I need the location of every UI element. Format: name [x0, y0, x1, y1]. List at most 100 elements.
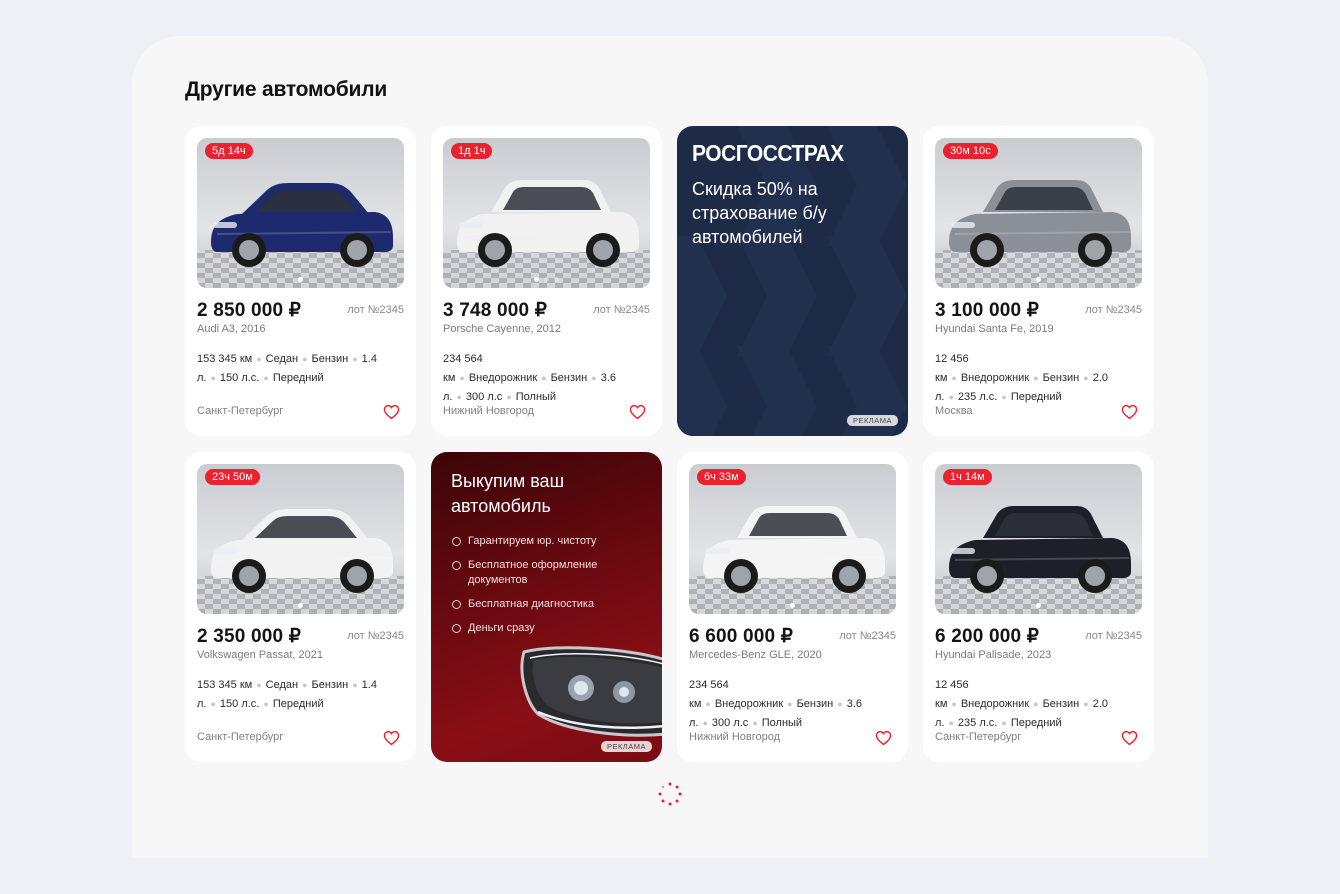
car-price: 6 200 000 ₽	[935, 626, 1040, 647]
spec-separator: ●	[210, 699, 216, 709]
car-card[interactable]: 6ч 33м 6 600 000 ₽ лот №2345 Mercedes-Benz …	[677, 452, 908, 762]
car-model: Audi A3, 2016	[197, 323, 266, 335]
spec-item: 150 л.с.	[219, 372, 260, 384]
spec-item: Бензин	[1042, 372, 1080, 384]
insurance-ad-banner[interactable]: РОСГОССТРАХ Скидка 50% на страхование б/…	[677, 126, 908, 436]
car-specs: 12 456 км ● Внедорожник ● Бензин ● 2.0 л. ● 235 …	[935, 676, 1140, 733]
spec-item: 150 л.с.	[219, 698, 260, 710]
car-photo[interactable]: 5д 14ч	[197, 138, 404, 288]
photo-dot[interactable]	[544, 277, 549, 282]
photo-pagination	[197, 277, 404, 282]
spec-separator: ●	[256, 680, 262, 690]
spec-separator: ●	[1083, 699, 1089, 709]
benefit-item: Гарантируем юр. чистоту	[451, 534, 651, 549]
photo-dot[interactable]	[298, 603, 303, 608]
buyout-benefits-list: Гарантируем юр. чистоту Бесплатное оформ…	[451, 534, 651, 645]
car-card[interactable]: 1д 1ч 3 748 000 ₽ лот №2345 Porsche Cayenne…	[431, 126, 662, 436]
spec-item: Передний	[1010, 717, 1062, 729]
spec-separator: ●	[948, 392, 954, 402]
spec-item: Внедорожник	[468, 372, 538, 384]
spec-item: Бензин	[796, 698, 834, 710]
photo-dot[interactable]	[790, 603, 795, 608]
car-photo[interactable]: 1ч 14м	[935, 464, 1142, 614]
photo-pagination	[197, 603, 404, 608]
car-city: Санкт-Петербург	[197, 731, 284, 743]
photo-dot[interactable]	[534, 277, 539, 282]
spec-separator: ●	[591, 373, 597, 383]
car-model: Hyundai Palisade, 2023	[935, 649, 1052, 661]
auction-timer-badge: 30м 10с	[943, 143, 998, 159]
car-price: 2 850 000 ₽	[197, 300, 302, 321]
auction-timer-badge: 1д 1ч	[451, 143, 493, 159]
photo-dot[interactable]	[298, 277, 303, 282]
car-city: Санкт-Петербург	[197, 405, 284, 417]
spec-item: Внедорожник	[960, 698, 1030, 710]
lot-number: лот №2345	[347, 630, 404, 642]
headlight-image	[520, 646, 662, 737]
benefit-item: Деньги сразу	[451, 621, 651, 636]
loading-spinner-icon	[658, 782, 682, 806]
spec-separator: ●	[705, 699, 711, 709]
car-photo[interactable]: 6ч 33м	[689, 464, 896, 614]
spec-item: Внедорожник	[960, 372, 1030, 384]
spec-separator: ●	[787, 699, 793, 709]
car-city: Москва	[935, 405, 973, 417]
car-photo[interactable]: 30м 10с	[935, 138, 1142, 288]
spec-item: 300 л.с	[711, 717, 749, 729]
favorite-heart-icon[interactable]	[383, 404, 400, 420]
lot-number: лот №2345	[347, 304, 404, 316]
car-card[interactable]: 30м 10с 3 100 000 ₽ лот №2345 Hyundai Santa…	[923, 126, 1154, 436]
benefit-item: Бесплатная диагностика	[451, 597, 651, 612]
spec-item: Передний	[272, 372, 324, 384]
spec-item: 235 л.с.	[957, 391, 998, 403]
car-photo[interactable]: 23ч 50м	[197, 464, 404, 614]
photo-pagination	[689, 603, 896, 608]
spec-item: Седан	[265, 679, 299, 691]
car-model: Hyundai Santa Fe, 2019	[935, 323, 1054, 335]
spec-separator: ●	[256, 354, 262, 364]
buyout-ad-banner[interactable]: Выкупим ваш автомобиль Гарантируем юр. ч…	[431, 452, 662, 762]
car-specs: 234 564 км ● Внедорожник ● Бензин ● 3.6 л. ● 300…	[689, 676, 894, 733]
spec-separator: ●	[1033, 699, 1039, 709]
spec-item: Бензин	[311, 679, 349, 691]
spec-item: Внедорожник	[714, 698, 784, 710]
spec-separator: ●	[352, 680, 358, 690]
photo-dot[interactable]	[1036, 603, 1041, 608]
chevron-pattern	[677, 126, 907, 436]
car-specs: 234 564 км ● Внедорожник ● Бензин ● 3.6 л. ● 300…	[443, 350, 648, 407]
spec-separator: ●	[948, 718, 954, 728]
other-cars-panel: Другие автомобили 5д 14ч 2 850 000 ₽ лот №…	[132, 36, 1208, 858]
car-card[interactable]: 23ч 50м 2 350 000 ₽ лот №2345 Volkswagen Pa…	[185, 452, 416, 762]
spec-separator: ●	[1001, 392, 1007, 402]
car-photo[interactable]: 1д 1ч	[443, 138, 650, 288]
favorite-heart-icon[interactable]	[1121, 404, 1138, 420]
spec-separator: ●	[1001, 718, 1007, 728]
lot-number: лот №2345	[1085, 304, 1142, 316]
car-card[interactable]: 1ч 14м 6 200 000 ₽ лот №2345 Hyundai Palisa…	[923, 452, 1154, 762]
car-card[interactable]: 5д 14ч 2 850 000 ₽ лот №2345 Audi A3, 2016 1…	[185, 126, 416, 436]
favorite-heart-icon[interactable]	[383, 730, 400, 746]
ad-label: РЕКЛАМА	[846, 415, 898, 426]
auction-timer-badge: 1ч 14м	[943, 469, 992, 485]
spec-item: Бензин	[311, 353, 349, 365]
spec-item: Бензин	[1042, 698, 1080, 710]
photo-pagination	[935, 603, 1142, 608]
spec-separator: ●	[210, 373, 216, 383]
spec-separator: ●	[1033, 373, 1039, 383]
car-model: Porsche Cayenne, 2012	[443, 323, 562, 335]
photo-dot[interactable]	[554, 277, 559, 282]
spec-item: Седан	[265, 353, 299, 365]
photo-dot[interactable]	[1036, 277, 1041, 282]
spec-separator: ●	[352, 354, 358, 364]
car-price: 6 600 000 ₽	[689, 626, 794, 647]
favorite-heart-icon[interactable]	[1121, 730, 1138, 746]
spec-separator: ●	[951, 373, 957, 383]
favorite-heart-icon[interactable]	[875, 730, 892, 746]
car-price: 2 350 000 ₽	[197, 626, 302, 647]
section-title: Другие автомобили	[185, 78, 388, 101]
spec-item: 153 345 км	[197, 679, 253, 691]
spec-separator: ●	[1083, 373, 1089, 383]
spec-item: Бензин	[550, 372, 588, 384]
car-model: Mercedes-Benz GLE, 2020	[689, 649, 822, 661]
favorite-heart-icon[interactable]	[629, 404, 646, 420]
